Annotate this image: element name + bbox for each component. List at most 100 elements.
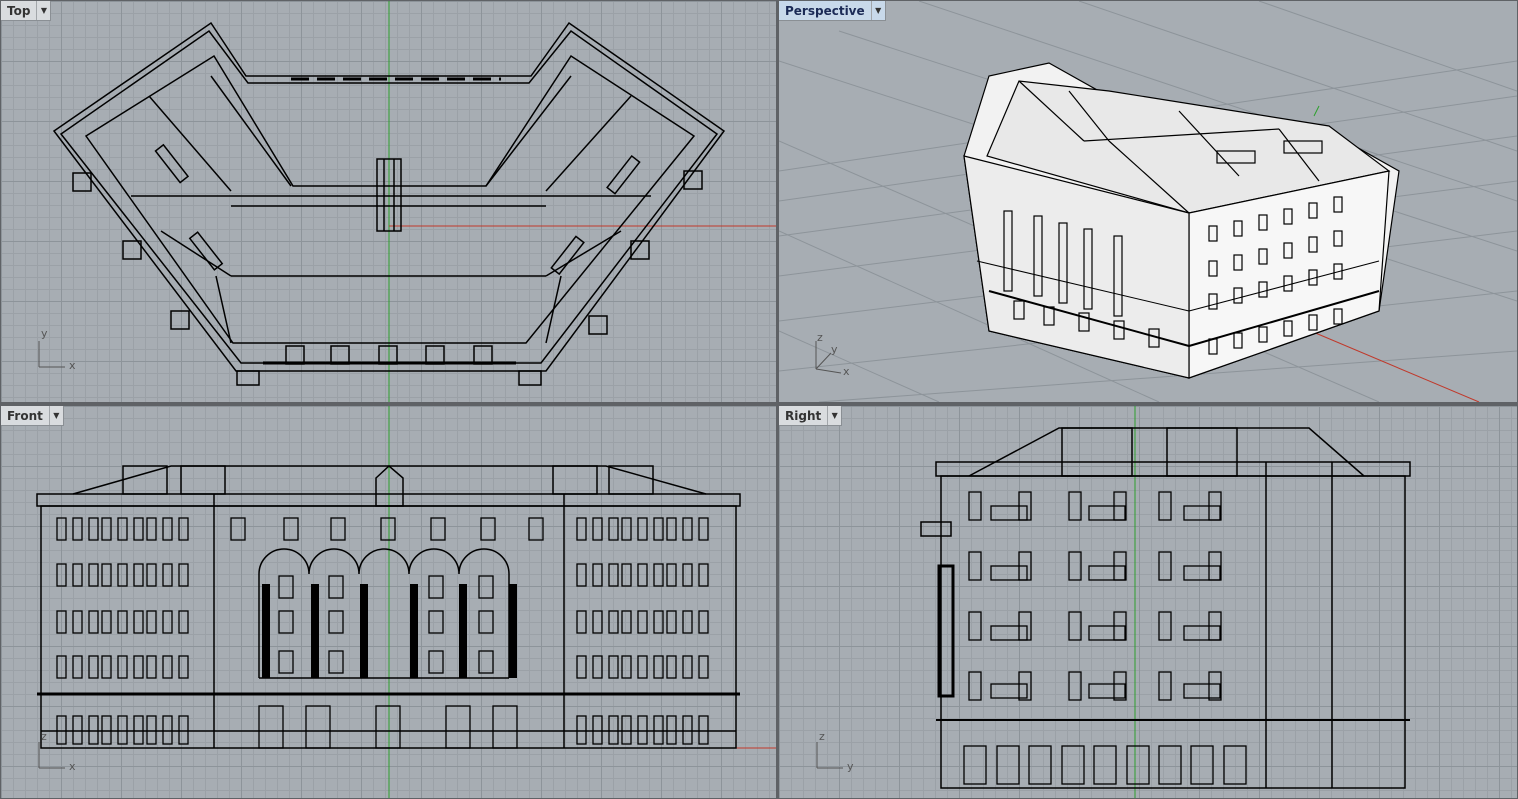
window: [178, 655, 189, 679]
window: [146, 610, 157, 634]
window: [1126, 745, 1150, 785]
chevron-down-icon[interactable]: ▼: [870, 1, 885, 20]
window: [278, 650, 294, 674]
viewport-title[interactable]: Front: [1, 406, 49, 425]
window: [528, 517, 544, 541]
window: [101, 610, 112, 634]
window: [653, 563, 664, 587]
window: [1113, 671, 1127, 701]
window: [258, 705, 284, 749]
window: [428, 610, 444, 634]
window: [445, 705, 471, 749]
window: [375, 705, 401, 749]
window: [608, 655, 619, 679]
window: [1088, 683, 1126, 699]
window: [637, 563, 648, 587]
viewport-tab-right[interactable]: Right ▼: [779, 406, 843, 426]
viewport-title[interactable]: Top: [1, 1, 36, 20]
window: [1183, 625, 1221, 641]
window: [428, 650, 444, 674]
window: [478, 610, 494, 634]
window: [146, 655, 157, 679]
window: [56, 715, 67, 745]
window: [990, 565, 1028, 581]
viewport-tab-top[interactable]: Top ▼: [1, 1, 52, 21]
window: [101, 655, 112, 679]
right-windows: [963, 491, 1247, 785]
window: [133, 563, 144, 587]
window: [133, 517, 144, 541]
window: [576, 610, 587, 634]
window: [637, 610, 648, 634]
chevron-down-icon[interactable]: ▼: [827, 406, 841, 425]
window: [1068, 491, 1082, 521]
axis-y-label: y: [847, 760, 854, 773]
window: [56, 610, 67, 634]
window: [666, 563, 677, 587]
window: [653, 517, 664, 541]
window: [621, 715, 632, 745]
chevron-down-icon[interactable]: ▼: [48, 406, 63, 425]
viewport-front[interactable]: Front ▼ z x: [1, 406, 776, 798]
window: [146, 715, 157, 745]
window: [698, 610, 709, 634]
window: [1183, 505, 1221, 521]
window: [576, 715, 587, 745]
window: [478, 575, 494, 599]
window: [968, 551, 982, 581]
axis-y-label: y: [41, 327, 48, 340]
window: [101, 563, 112, 587]
window: [278, 610, 294, 634]
window: [88, 655, 99, 679]
chevron-down-icon[interactable]: ▼: [36, 1, 50, 20]
window: [608, 715, 619, 745]
window: [653, 715, 664, 745]
window: [478, 650, 494, 674]
axis-y-label: y: [831, 343, 838, 356]
viewport-title[interactable]: Perspective: [779, 1, 871, 20]
window: [146, 517, 157, 541]
window: [305, 705, 331, 749]
window: [592, 655, 603, 679]
viewport-title[interactable]: Right: [779, 406, 827, 425]
window: [1088, 625, 1126, 641]
window: [88, 563, 99, 587]
window: [592, 563, 603, 587]
right-view-drawing: z y: [816, 406, 1411, 798]
window: [117, 517, 128, 541]
viewport-top[interactable]: Top ▼ y x: [1, 1, 776, 402]
viewport-tab-front[interactable]: Front ▼: [1, 406, 64, 426]
window: [576, 517, 587, 541]
window: [666, 610, 677, 634]
window: [1018, 671, 1032, 701]
window: [682, 563, 693, 587]
window: [146, 563, 157, 587]
axis-z-label: z: [819, 730, 825, 743]
right-axis-widget: [816, 742, 843, 769]
window: [968, 671, 982, 701]
perspective-building: [963, 62, 1400, 379]
window: [608, 610, 619, 634]
window: [621, 655, 632, 679]
window: [608, 517, 619, 541]
window: [133, 715, 144, 745]
window: [117, 715, 128, 745]
window: [968, 611, 982, 641]
viewport-tab-perspective[interactable]: Perspective ▼: [779, 1, 886, 21]
viewport-right[interactable]: Right ▼ z y: [779, 406, 1517, 798]
window: [682, 715, 693, 745]
window: [1088, 565, 1126, 581]
window: [990, 683, 1028, 699]
window: [1088, 505, 1126, 521]
window: [480, 517, 496, 541]
window: [178, 517, 189, 541]
window: [56, 655, 67, 679]
window: [1183, 565, 1221, 581]
viewport-perspective[interactable]: Perspective ▼ z y x: [779, 1, 1517, 402]
window: [328, 650, 344, 674]
window: [621, 610, 632, 634]
window: [1068, 611, 1082, 641]
window: [162, 655, 173, 679]
window: [1028, 745, 1052, 785]
front-axis-widget: [38, 742, 65, 769]
